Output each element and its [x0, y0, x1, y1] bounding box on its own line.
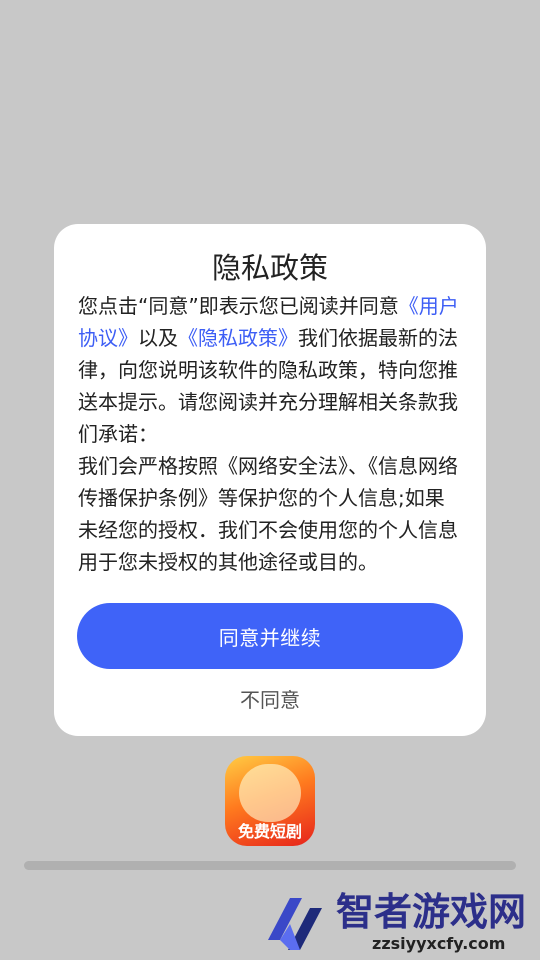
privacy-policy-link[interactable]: 《隐私政策》 [178, 326, 298, 350]
dialog-body: 您点击“同意”即表示您已阅读并同意《用户协议》以及《隐私政策》我们依据最新的法律… [78, 290, 462, 578]
disagree-button[interactable]: 不同意 [54, 683, 486, 717]
agree-continue-button[interactable]: 同意并继续 [77, 603, 463, 669]
watermark: 智者游戏网 zzsiyyxcfy.com [260, 888, 540, 960]
privacy-dialog: 隐私政策 您点击“同意”即表示您已阅读并同意《用户协议》以及《隐私政策》我们依据… [54, 224, 486, 736]
watermark-url: zzsiyyxcfy.com [372, 934, 506, 953]
watermark-logo-icon [268, 898, 322, 950]
app-icon: 免费短剧 [225, 756, 315, 846]
dialog-paragraph-commitment: 我们会严格按照《网络安全法》、《信息网络传播保护条例》等保护您的个人信息;如果未… [78, 454, 458, 574]
monkey-mascot-icon [239, 764, 301, 822]
watermark-text: 智者游戏网 [336, 890, 527, 934]
intro-text: 您点击“同意”即表示您已阅读并同意 [78, 294, 399, 318]
dialog-paragraph-intro: 您点击“同意”即表示您已阅读并同意《用户协议》以及《隐私政策》我们依据最新的法律… [78, 290, 462, 450]
app-icon-label: 免费短剧 [237, 822, 302, 841]
intro-and-text: 以及 [138, 326, 178, 350]
dialog-title: 隐私政策 [211, 251, 328, 285]
bottom-progress-bar [24, 861, 516, 870]
